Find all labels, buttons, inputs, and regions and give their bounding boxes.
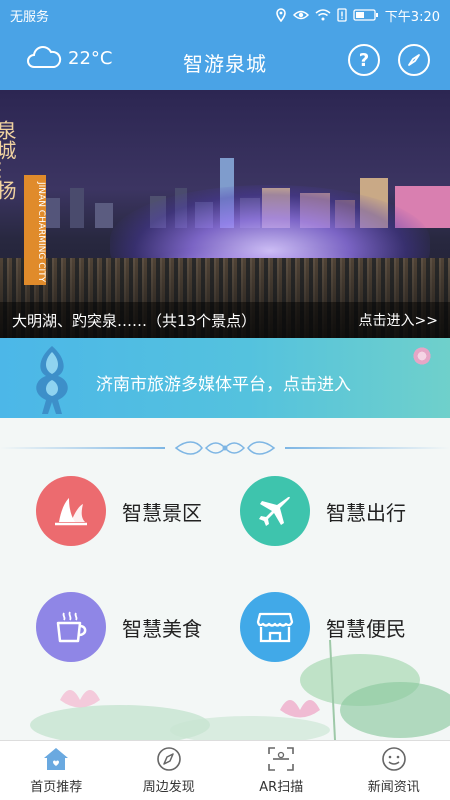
tab-label: 首页推荐 — [30, 780, 83, 795]
airplane-icon — [240, 476, 310, 546]
tab-nearby[interactable]: 周边发现 — [113, 741, 226, 800]
tab-home[interactable]: 首页推荐 — [0, 741, 113, 800]
question-icon: ? — [358, 49, 370, 71]
compass-button[interactable] — [398, 44, 430, 76]
tab-label: AR扫描 — [259, 780, 304, 795]
banner-side-text: 泉城…扬 — [0, 120, 17, 200]
jinan-logo-icon — [36, 346, 68, 414]
service-grid: 智慧景区 智慧出行 智慧美食 智慧便民 — [0, 470, 450, 740]
shop-icon — [240, 592, 310, 662]
banner-badge: JINAN CHARMING CITY — [24, 175, 46, 285]
app-header: 22°C 智游泉城 ? — [0, 30, 450, 90]
media-platform-banner[interactable]: 济南市旅游多媒体平台，点击进入 — [0, 338, 450, 418]
service-smart-food[interactable]: 智慧美食 — [36, 592, 202, 662]
alert-icon — [337, 8, 347, 22]
ar-scan-icon — [268, 747, 295, 771]
coffee-icon — [36, 592, 106, 662]
help-button[interactable]: ? — [348, 44, 380, 76]
tab-ar-scan[interactable]: AR扫描 — [225, 741, 338, 800]
banner-enter-link[interactable]: 点击进入>> — [359, 310, 438, 330]
service-label: 智慧美食 — [122, 616, 202, 641]
lotus-icon — [412, 346, 432, 366]
smiley-icon — [381, 747, 406, 771]
tab-label: 周边发现 — [142, 780, 195, 795]
ornament-icon — [174, 441, 276, 455]
page-title: 智游泉城 — [183, 52, 267, 76]
status-bar: 无服务 下午3:20 — [0, 0, 450, 30]
wifi-icon — [315, 9, 331, 21]
battery-icon — [353, 9, 378, 21]
service-label: 智慧出行 — [326, 500, 406, 525]
service-smart-travel[interactable]: 智慧出行 — [240, 476, 406, 546]
section-divider — [0, 438, 450, 458]
service-smart-convenience[interactable]: 智慧便民 — [240, 592, 406, 662]
platform-text: 济南市旅游多媒体平台，点击进入 — [96, 375, 351, 395]
tab-label: 新闻资讯 — [367, 780, 420, 795]
clock-text: 下午3:20 — [384, 9, 440, 25]
banner-spots-text: 大明湖、趵突泉……（共13个景点） — [12, 311, 257, 330]
sail-icon — [36, 476, 106, 546]
banner-caption: 大明湖、趵突泉……（共13个景点） 点击进入>> — [0, 302, 450, 338]
location-icon — [275, 8, 286, 22]
service-label: 智慧便民 — [326, 616, 406, 641]
tab-news[interactable]: 新闻资讯 — [338, 741, 450, 800]
service-label: 智慧景区 — [122, 500, 202, 525]
home-icon — [44, 748, 69, 770]
compass-nav-icon — [156, 747, 181, 771]
scenic-banner[interactable]: 泉城…扬 JINAN CHARMING CITY 大明湖、趵突泉……（共13个景… — [0, 90, 450, 338]
carrier-text: 无服务 — [10, 9, 50, 25]
compass-icon — [408, 54, 420, 66]
service-smart-scenic[interactable]: 智慧景区 — [36, 476, 202, 546]
eye-icon — [292, 10, 309, 20]
bottom-tab-bar: 首页推荐 周边发现 AR扫描 新闻资讯 — [0, 740, 450, 800]
